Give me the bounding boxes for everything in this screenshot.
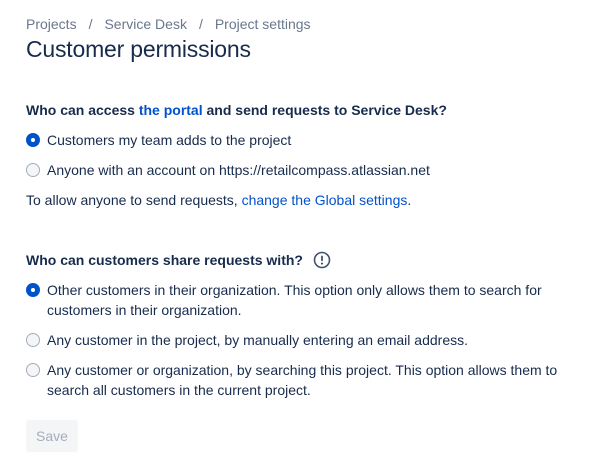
- portal-link[interactable]: the portal: [139, 100, 203, 120]
- breadcrumb-separator: /: [198, 16, 203, 32]
- sharing-option-email[interactable]: Any customer in the project, by manually…: [26, 330, 587, 350]
- access-heading-prefix: Who can access: [26, 102, 139, 118]
- global-settings-note: To allow anyone to send requests, change…: [26, 190, 411, 210]
- radio-unchecked[interactable]: [26, 333, 40, 347]
- sharing-heading-text: Who can customers share requests with?: [26, 252, 303, 268]
- sharing-option-label: Other customers in their organization. T…: [47, 282, 542, 318]
- global-settings-link[interactable]: change the Global settings: [242, 192, 408, 208]
- save-button[interactable]: Save: [26, 420, 78, 452]
- radio-checked[interactable]: [26, 283, 40, 297]
- sharing-option-label: Any customer in the project, by manually…: [47, 332, 468, 348]
- note-prefix: To allow anyone to send requests,: [26, 192, 242, 208]
- page-title: Customer permissions: [26, 36, 251, 62]
- radio-checked[interactable]: [26, 133, 40, 147]
- customer-permissions-page: Projects / Service Desk / Project settin…: [0, 0, 591, 461]
- breadcrumb-project-settings[interactable]: Project settings: [215, 14, 311, 34]
- radio-unchecked[interactable]: [26, 163, 40, 177]
- breadcrumb-projects[interactable]: Projects: [26, 14, 77, 34]
- sharing-option-organization[interactable]: Other customers in their organization. T…: [26, 280, 587, 320]
- sharing-option-label: Any customer or organization, by searchi…: [47, 362, 558, 398]
- access-heading-suffix: and send requests to Service Desk?: [202, 102, 447, 118]
- access-option-team-adds[interactable]: Customers my team adds to the project: [26, 130, 587, 150]
- breadcrumb: Projects / Service Desk / Project settin…: [26, 14, 311, 34]
- breadcrumb-service-desk[interactable]: Service Desk: [104, 14, 186, 34]
- sharing-option-search-project[interactable]: Any customer or organization, by searchi…: [26, 360, 587, 400]
- info-icon[interactable]: [313, 251, 331, 269]
- access-option-anyone[interactable]: Anyone with an account on https://retail…: [26, 160, 587, 180]
- radio-unchecked[interactable]: [26, 363, 40, 377]
- note-suffix: .: [407, 192, 412, 208]
- access-option-label: Anyone with an account on https://retail…: [47, 162, 430, 178]
- sharing-heading: Who can customers share requests with?: [26, 250, 331, 270]
- access-heading: Who can access the portal and send reque…: [26, 100, 447, 120]
- breadcrumb-separator: /: [88, 16, 93, 32]
- access-option-label: Customers my team adds to the project: [47, 132, 292, 148]
